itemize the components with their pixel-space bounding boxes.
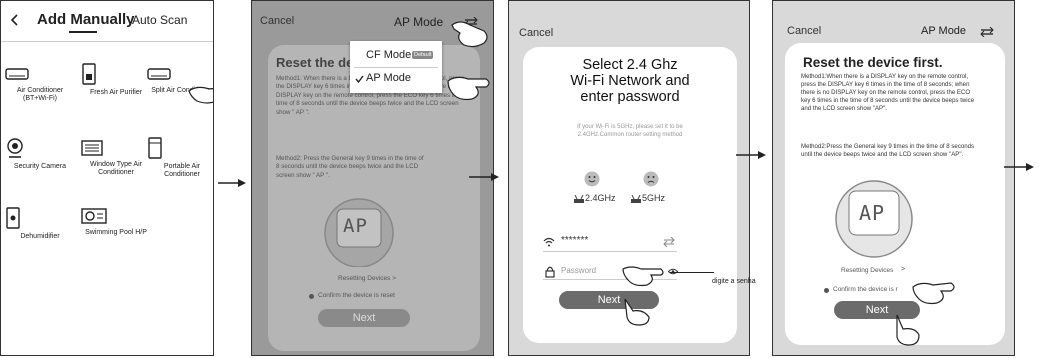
portable-ac-icon — [147, 137, 213, 159]
flow-arrow — [218, 178, 246, 188]
ap-mode-option[interactable]: AP Mode — [366, 72, 411, 84]
title-line: Select 2.4 Ghz — [582, 57, 678, 73]
device-swimming-pool-hp[interactable]: Swimming Pool H/P — [81, 207, 151, 237]
hand-pointer-icon — [911, 277, 957, 307]
lcd-text: AP — [343, 215, 368, 237]
mode-title[interactable]: AP Mode — [921, 25, 966, 37]
title-line: enter password — [580, 89, 680, 105]
device-dehumidifier[interactable]: Dehumidifier — [5, 207, 75, 241]
smile-icon — [584, 171, 600, 187]
router-icon — [574, 195, 584, 203]
switch-mode-icon[interactable] — [980, 27, 994, 37]
confirm-label: Confirm the device is r — [833, 286, 898, 293]
confirm-label: Confirm the device is reset — [318, 292, 395, 299]
next-button[interactable]: Next — [318, 309, 410, 327]
card-title: Select 2.4 Ghz Wi-Fi Network and enter p… — [523, 57, 737, 105]
chevron-right-icon: > — [901, 266, 906, 273]
lcd-text: AP — [859, 201, 886, 225]
ssid-field[interactable]: ******* — [561, 235, 588, 246]
resetting-devices-link[interactable]: Resetting Devices — [841, 267, 893, 274]
confirm-radio[interactable] — [824, 288, 829, 293]
device-label: Fresh Air Purifier — [89, 89, 143, 96]
tab-underline — [69, 31, 97, 33]
screen-ap-mode-dropdown: Cancel AP Mode Reset the de Method1: Whe… — [251, 0, 494, 356]
method2-text: Method2: Press the General key 9 times i… — [276, 155, 424, 179]
checkmark-icon — [355, 75, 364, 83]
mode-title[interactable]: AP Mode — [394, 15, 443, 29]
instruction-card: Reset the device first. Method1:When the… — [785, 43, 1005, 345]
ac-icon — [5, 67, 75, 83]
frown-icon — [643, 171, 659, 187]
window-ac-icon — [81, 139, 151, 157]
hand-pointer-icon — [887, 313, 931, 349]
annotation-label: digite a senha — [712, 278, 756, 285]
method2-text: Method2:Press the General key 9 times in… — [801, 143, 975, 158]
camera-icon — [5, 137, 75, 159]
divider — [354, 67, 438, 68]
hand-pointer-icon — [446, 69, 493, 103]
pool-hp-icon — [81, 207, 151, 225]
screen-add-manually: Add Manually Auto Scan Air Conditioner (… — [0, 0, 214, 356]
hand-pointer-icon — [619, 297, 659, 327]
dehumidifier-icon — [5, 207, 75, 229]
device-portable-ac[interactable]: Portable Air Conditioner — [147, 137, 213, 179]
device-label: Security Camera — [13, 163, 67, 170]
device-label: Air Conditioner (BT+Wi-Fi) — [16, 87, 64, 102]
lock-icon — [545, 266, 555, 278]
divider — [543, 251, 677, 252]
screen-select-wifi: Cancel Select 2.4 Ghz Wi-Fi Network and … — [508, 0, 750, 356]
device-fresh-air-purifier[interactable]: Fresh Air Purifier — [81, 63, 151, 97]
device-security-camera[interactable]: Security Camera — [5, 137, 75, 171]
cf-mode-option[interactable]: CF Mode — [366, 49, 411, 61]
device-ac-bt-wifi[interactable]: Air Conditioner (BT+Wi-Fi) — [5, 67, 75, 103]
device-label: Swimming Pool H/P — [85, 229, 147, 236]
screen-reset-device: Cancel AP Mode Reset the device first. M… — [772, 0, 1015, 356]
method1-text: Method1:When there is a DISPLAY key on t… — [801, 73, 975, 112]
tab-add-manually[interactable]: Add Manually — [37, 11, 135, 28]
confirm-radio[interactable] — [309, 294, 314, 299]
switch-network-icon[interactable] — [663, 237, 675, 247]
resetting-devices-link[interactable]: Resetting Devices > — [338, 275, 396, 282]
flow-arrow — [736, 150, 766, 160]
band-5ghz-label: 5GHz — [642, 193, 666, 203]
chevron-left-icon[interactable] — [9, 13, 19, 27]
cancel-button[interactable]: Cancel — [519, 27, 553, 39]
flow-arrow — [469, 172, 499, 182]
device-label: Portable Air Conditioner — [163, 163, 201, 178]
wifi-icon — [543, 237, 555, 247]
card-title: Reset the device first. — [803, 55, 943, 70]
device-label: Window Type Air Conditioner — [89, 161, 142, 176]
purifier-icon — [81, 63, 151, 85]
flow-arrow — [1004, 162, 1034, 172]
cancel-button[interactable]: Cancel — [787, 25, 821, 37]
password-input[interactable]: Password — [561, 266, 596, 275]
mode-dropdown-menu: CF Mode Default AP Mode — [350, 41, 442, 93]
divider — [1, 41, 213, 42]
hand-pointer-icon — [187, 81, 213, 107]
device-label: Dehumidifier — [20, 233, 60, 240]
annotation-line — [670, 272, 714, 273]
hand-pointer-icon — [621, 263, 665, 287]
device-window-ac[interactable]: Window Type Air Conditioner — [81, 139, 151, 177]
card-title: Reset the de — [276, 55, 354, 70]
band-hint: If your Wi-Fi is 5GHz, please set it to … — [577, 124, 683, 138]
default-badge: Default — [412, 51, 434, 59]
band-2-4ghz-label: 2.4GHz — [585, 193, 616, 203]
hand-pointer-icon — [450, 17, 493, 51]
cancel-button[interactable]: Cancel — [260, 15, 294, 27]
title-line: Wi-Fi Network and — [570, 73, 690, 89]
tab-auto-scan[interactable]: Auto Scan — [132, 13, 187, 27]
router-icon — [631, 195, 641, 203]
